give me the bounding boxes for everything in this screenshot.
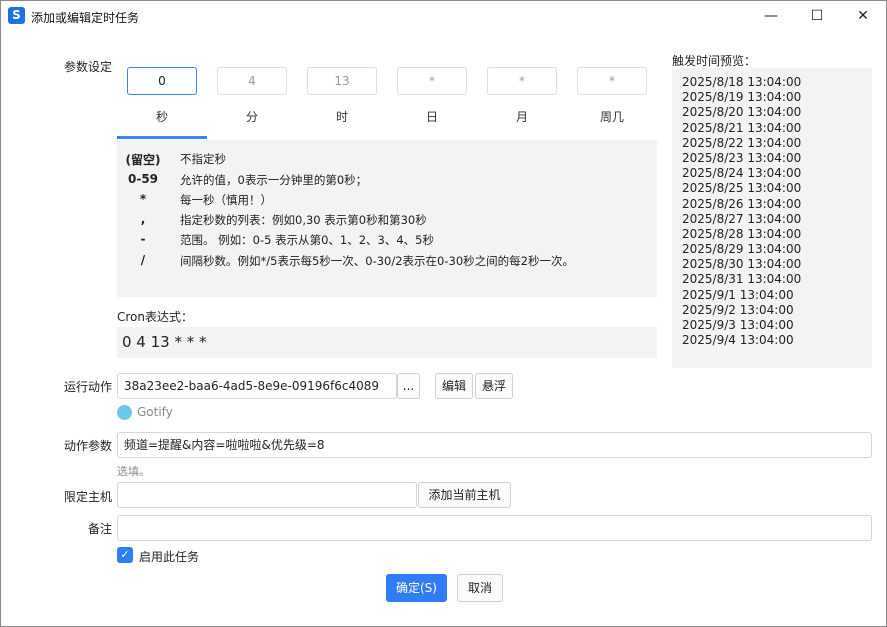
weekday-input[interactable]: *	[577, 67, 647, 95]
preview-item: 2025/8/24 13:04:00	[682, 166, 802, 181]
gotify-icon	[117, 405, 132, 420]
minute-input[interactable]: 4	[217, 67, 287, 95]
enable-label: 启用此任务	[139, 550, 200, 564]
note-label: 备注	[88, 522, 113, 536]
action-params-field[interactable]: 频道=提醒&内容=啦啦啦&优先级=8	[117, 432, 872, 458]
month-input[interactable]: *	[487, 67, 557, 95]
preview-item: 2025/8/28 13:04:00	[682, 226, 802, 241]
help-row: , 指定秒数的列表：例如0,30 表示第0秒和第30秒	[117, 212, 657, 232]
preview-list: 2025/8/18 13:04:00 2025/8/19 13:04:00 20…	[672, 68, 872, 368]
tab-month[interactable]: 月	[477, 102, 567, 132]
app-icon: S	[8, 7, 25, 24]
preview-item: 2025/8/22 13:04:00	[682, 135, 802, 150]
ok-button[interactable]: 确定(S)	[386, 574, 447, 602]
preview-item: 2025/8/31 13:04:00	[682, 272, 802, 287]
help-row: 0-59 允许的值，0表示一分钟里的第0秒；	[117, 172, 657, 192]
preview-item: 2025/8/27 13:04:00	[682, 211, 802, 226]
preview-item: 2025/8/26 13:04:00	[682, 196, 802, 211]
tab-second[interactable]: 秒	[117, 102, 207, 132]
help-key: 0-59	[127, 172, 159, 186]
preview-item: 2025/8/19 13:04:00	[682, 90, 802, 105]
cron-label: Cron表达式：	[117, 310, 193, 324]
minimize-icon[interactable]: —	[748, 1, 794, 32]
action-plugin-name: Gotify	[137, 405, 173, 419]
preview-item: 2025/8/30 13:04:00	[682, 257, 802, 272]
close-icon[interactable]: ✕	[840, 1, 886, 32]
action-params-label: 动作参数	[64, 439, 113, 453]
help-key: (留空)	[125, 153, 161, 167]
help-desc: 不指定秒	[180, 152, 226, 166]
note-field[interactable]	[117, 515, 872, 541]
day-input[interactable]: *	[397, 67, 467, 95]
help-key: *	[139, 192, 147, 206]
add-current-host-button[interactable]: 添加当前主机	[418, 482, 511, 508]
help-desc: 每一秒（慎用！）	[180, 193, 272, 207]
help-row: - 范围。 例如：0-5 表示从第0、1、2、3、4、5秒	[117, 232, 657, 252]
action-label: 运行动作	[64, 380, 113, 394]
help-key: -	[140, 232, 146, 246]
preview-item: 2025/8/18 13:04:00	[682, 75, 802, 89]
second-input[interactable]: 0	[127, 67, 197, 95]
help-row: (留空) 不指定秒	[117, 151, 657, 171]
help-desc: 范围。 例如：0-5 表示从第0、1、2、3、4、5秒	[180, 233, 434, 247]
preview-item: 2025/8/21 13:04:00	[682, 120, 802, 135]
action-params-hint: 选填。	[117, 465, 150, 478]
browse-action-button[interactable]: ...	[397, 373, 420, 399]
preview-item: 2025/8/25 13:04:00	[682, 181, 802, 196]
title-bar: S 添加或编辑定时任务 — ☐ ✕	[1, 1, 886, 32]
preview-item: 2025/9/4 13:04:00	[682, 333, 794, 348]
window-title: 添加或编辑定时任务	[31, 11, 140, 25]
help-panel: (留空) 不指定秒 0-59 允许的值，0表示一分钟里的第0秒； * 每一秒（慎…	[117, 140, 657, 297]
dialog-window: S 添加或编辑定时任务 — ☐ ✕ 参数设定 0 4 13 * * * 秒 分 …	[0, 0, 887, 627]
preview-item: 2025/9/2 13:04:00	[682, 302, 794, 317]
preview-item: 2025/8/23 13:04:00	[682, 150, 802, 165]
preview-item: 2025/9/3 13:04:00	[682, 318, 794, 332]
preview-item: 2025/8/20 13:04:00	[682, 105, 802, 120]
preview-label: 触发时间预览：	[672, 54, 757, 68]
tab-day[interactable]: 日	[387, 102, 477, 132]
cancel-button[interactable]: 取消	[457, 574, 503, 602]
preview-item: 2025/9/1 13:04:00	[682, 287, 794, 302]
maximize-icon[interactable]: ☐	[794, 1, 840, 32]
help-key: ,	[140, 212, 146, 226]
float-action-button[interactable]: 悬浮	[475, 373, 513, 399]
help-key: /	[140, 253, 146, 267]
hour-input[interactable]: 13	[307, 67, 377, 95]
host-field[interactable]	[117, 482, 417, 508]
action-id-field[interactable]: 38a23ee2-baa6-4ad5-8e9e-09196f6c4089	[117, 373, 397, 399]
host-label: 限定主机	[64, 490, 113, 504]
help-row: / 间隔秒数。例如*/5表示每5秒一次、0-30/2表示在0-30秒之间的每2秒…	[117, 253, 657, 273]
cron-expression: 0 4 13 * * *	[117, 327, 657, 358]
params-label: 参数设定	[64, 60, 113, 74]
help-desc: 指定秒数的列表：例如0,30 表示第0秒和第30秒	[180, 213, 427, 227]
enable-checkbox[interactable]: ✓	[117, 547, 133, 563]
tab-weekday[interactable]: 周几	[567, 102, 657, 132]
active-tab-indicator	[117, 136, 207, 139]
help-row: * 每一秒（慎用！）	[117, 192, 657, 212]
tab-hour[interactable]: 时	[297, 102, 387, 132]
help-desc: 允许的值，0表示一分钟里的第0秒；	[180, 173, 368, 187]
help-desc: 间隔秒数。例如*/5表示每5秒一次、0-30/2表示在0-30秒之间的每2秒一次…	[180, 254, 574, 268]
preview-item: 2025/8/29 13:04:00	[682, 242, 802, 257]
edit-action-button[interactable]: 编辑	[435, 373, 473, 399]
tab-minute[interactable]: 分	[207, 102, 297, 132]
